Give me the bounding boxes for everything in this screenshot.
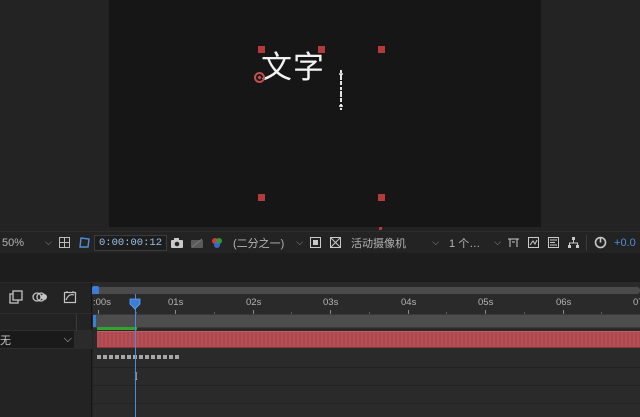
transparency-grid-icon[interactable] xyxy=(328,236,342,250)
toolbar-divider xyxy=(586,234,588,251)
row-divider xyxy=(93,385,640,386)
column-divider xyxy=(76,314,77,332)
graph-editor-icon[interactable] xyxy=(62,289,78,305)
ruler-label: :00s xyxy=(93,297,111,308)
time-ruler[interactable]: :00s 01s 02s 03s 04s 05s 06s 07 xyxy=(93,294,640,314)
bounding-handle-top-right[interactable] xyxy=(378,46,385,53)
resolution-select[interactable]: (二分之一) ⌵ xyxy=(231,234,305,252)
chevron-down-icon: ⌵ xyxy=(45,237,52,247)
timeline-graph-area[interactable]: :00s 01s 02s 03s 04s 05s 06s 07 xyxy=(92,283,640,417)
column-header-row xyxy=(0,313,92,332)
flowchart-icon[interactable] xyxy=(566,236,580,250)
composition-viewer[interactable]: 文字 xyxy=(0,0,640,231)
text-cursor-icon xyxy=(339,70,343,110)
chevron-down-icon: ⌵ xyxy=(494,237,502,247)
current-time-display[interactable]: 0:00:00:12 xyxy=(94,234,168,251)
composition-flowchart-icon[interactable] xyxy=(8,289,24,305)
color-channel-icon[interactable] xyxy=(210,236,224,250)
timeline-panel: 无 ⌵ :00s 01s 02s 03s 04s 05s 06s 07 xyxy=(0,283,640,417)
grid-guides-icon[interactable] xyxy=(57,236,71,250)
chevron-down-icon: ⌵ xyxy=(63,333,72,345)
panel-divider xyxy=(0,253,640,283)
playhead-line[interactable] xyxy=(135,294,136,417)
text-layer-content[interactable]: 文字 xyxy=(261,48,325,88)
ruler-label: 01s xyxy=(168,297,184,308)
parent-link-value: 无 xyxy=(0,334,11,347)
row-divider xyxy=(93,367,640,368)
work-area-bar[interactable] xyxy=(93,287,640,294)
bounding-handle-bottom-right[interactable] xyxy=(378,194,385,201)
layer-row-handle xyxy=(74,331,92,349)
timeline-icon[interactable] xyxy=(546,236,560,250)
property-rows xyxy=(93,349,640,417)
layer-controls-panel: 无 ⌵ xyxy=(0,283,92,417)
viewer-toolbar: 50% ⌵ 0:00:00:12 (二分之一) ⌵ 活动摄像机 ⌵ 1 个… ⌵ xyxy=(0,231,640,253)
row-divider xyxy=(93,403,640,404)
ruler-label: 07 xyxy=(633,297,640,308)
ruler-label: 06s xyxy=(556,297,572,308)
composition-row-fill xyxy=(93,315,640,327)
fast-previews-icon[interactable] xyxy=(526,236,540,250)
mask-shape-path-icon[interactable] xyxy=(77,236,91,250)
snapshot-icon[interactable] xyxy=(170,236,184,250)
camera-view-value: 活动摄像机 xyxy=(351,237,407,250)
resolution-value: (二分之一) xyxy=(233,237,285,250)
text-layer-bar[interactable] xyxy=(97,331,640,348)
chevron-down-icon: ⌵ xyxy=(296,237,304,247)
reset-exposure-icon[interactable] xyxy=(593,236,607,250)
ruler-label: 02s xyxy=(246,297,262,308)
keyframe-track[interactable] xyxy=(97,355,181,359)
comp-start-marker xyxy=(93,315,96,327)
show-snapshot-icon[interactable] xyxy=(190,236,204,250)
render-cache-indicator xyxy=(97,327,137,330)
pixel-aspect-icon[interactable] xyxy=(506,236,520,250)
ruler-label: 03s xyxy=(323,297,339,308)
composition-canvas[interactable] xyxy=(109,0,541,227)
bounding-handle-bottom-left[interactable] xyxy=(258,194,265,201)
chevron-down-icon: ⌵ xyxy=(432,237,440,247)
playhead-handle-icon[interactable] xyxy=(129,298,141,310)
ruler-label: 05s xyxy=(478,297,494,308)
views-layout-select[interactable]: 1 个… ⌵ xyxy=(447,234,503,252)
magnification-select[interactable]: 50% ⌵ xyxy=(0,234,54,252)
region-of-interest-icon[interactable] xyxy=(308,236,322,250)
magnification-value: 50% xyxy=(2,236,25,249)
motion-blur-icon[interactable] xyxy=(32,289,48,305)
bounding-handle-bottom-middle[interactable] xyxy=(379,227,382,230)
camera-view-select[interactable]: 活动摄像机 ⌵ xyxy=(349,234,441,252)
timeline-switches xyxy=(8,289,78,305)
exposure-value[interactable]: +0.0 xyxy=(614,237,636,249)
ruler-label: 04s xyxy=(401,297,417,308)
views-layout-value: 1 个… xyxy=(449,237,481,250)
